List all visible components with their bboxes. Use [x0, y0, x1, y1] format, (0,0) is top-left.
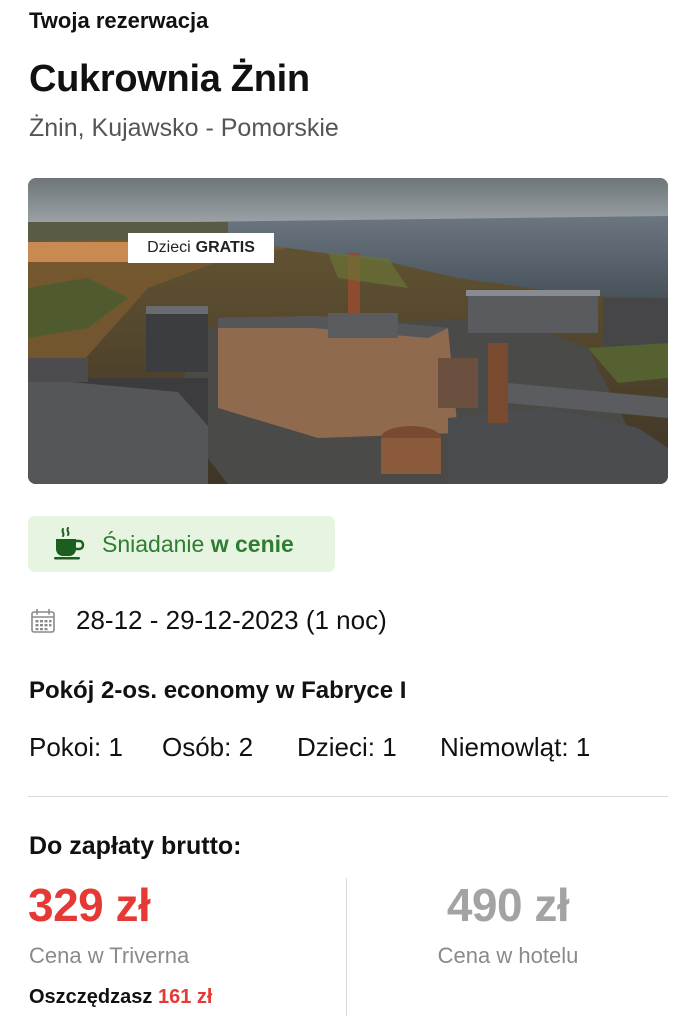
promo-badge: Dzieci GRATIS	[128, 233, 274, 263]
occupancy-infants: Niemowląt: 1	[440, 732, 591, 762]
breakfast-label: Śniadanie w cenie	[102, 531, 294, 558]
savings-label: Oszczędzasz	[29, 986, 153, 1008]
occupancy-summary: Pokoi: 1 Osób: 2 Dzieci: 1 Niemowląt: 1	[29, 732, 590, 763]
price-hotel: 490 zł	[446, 879, 570, 931]
breakfast-strong: w cenie	[210, 530, 294, 557]
savings-text: Oszczędzasz 161 zł	[29, 986, 212, 1009]
stay-dates: 28-12 - 29-12-2023 (1 noc)	[30, 605, 387, 636]
hotel-photo	[28, 178, 668, 484]
promo-badge-text: Dzieci	[147, 239, 191, 256]
hotel-name: Cukrownia Żnin	[29, 58, 310, 100]
breakfast-included-chip: Śniadanie w cenie	[28, 516, 335, 572]
hotel-location: Żnin, Kujawsko - Pomorskie	[29, 114, 339, 142]
promo-badge-strong: GRATIS	[195, 239, 255, 256]
price-triverna-caption: Cena w Triverna	[29, 943, 190, 968]
breakfast-text: Śniadanie	[102, 530, 205, 557]
stay-dates-text: 28-12 - 29-12-2023 (1 noc)	[76, 605, 387, 635]
price-divider	[346, 878, 347, 1016]
occupancy-rooms: Pokoi: 1	[29, 732, 123, 762]
coffee-cup-icon	[52, 527, 86, 561]
price-triverna: 329 zł	[28, 879, 151, 931]
savings-amount: 161 zł	[157, 986, 213, 1008]
divider	[28, 796, 668, 797]
price-hotel-caption: Cena w hotelu	[437, 943, 579, 968]
section-title: Twoja rezerwacja	[29, 8, 209, 33]
room-name: Pokój 2-os. economy w Fabryce I	[29, 677, 407, 704]
calendar-icon	[30, 608, 56, 634]
payment-label: Do zapłaty brutto:	[29, 832, 242, 860]
occupancy-guests: Osób: 2	[162, 732, 254, 762]
occupancy-children: Dzieci: 1	[297, 732, 397, 762]
